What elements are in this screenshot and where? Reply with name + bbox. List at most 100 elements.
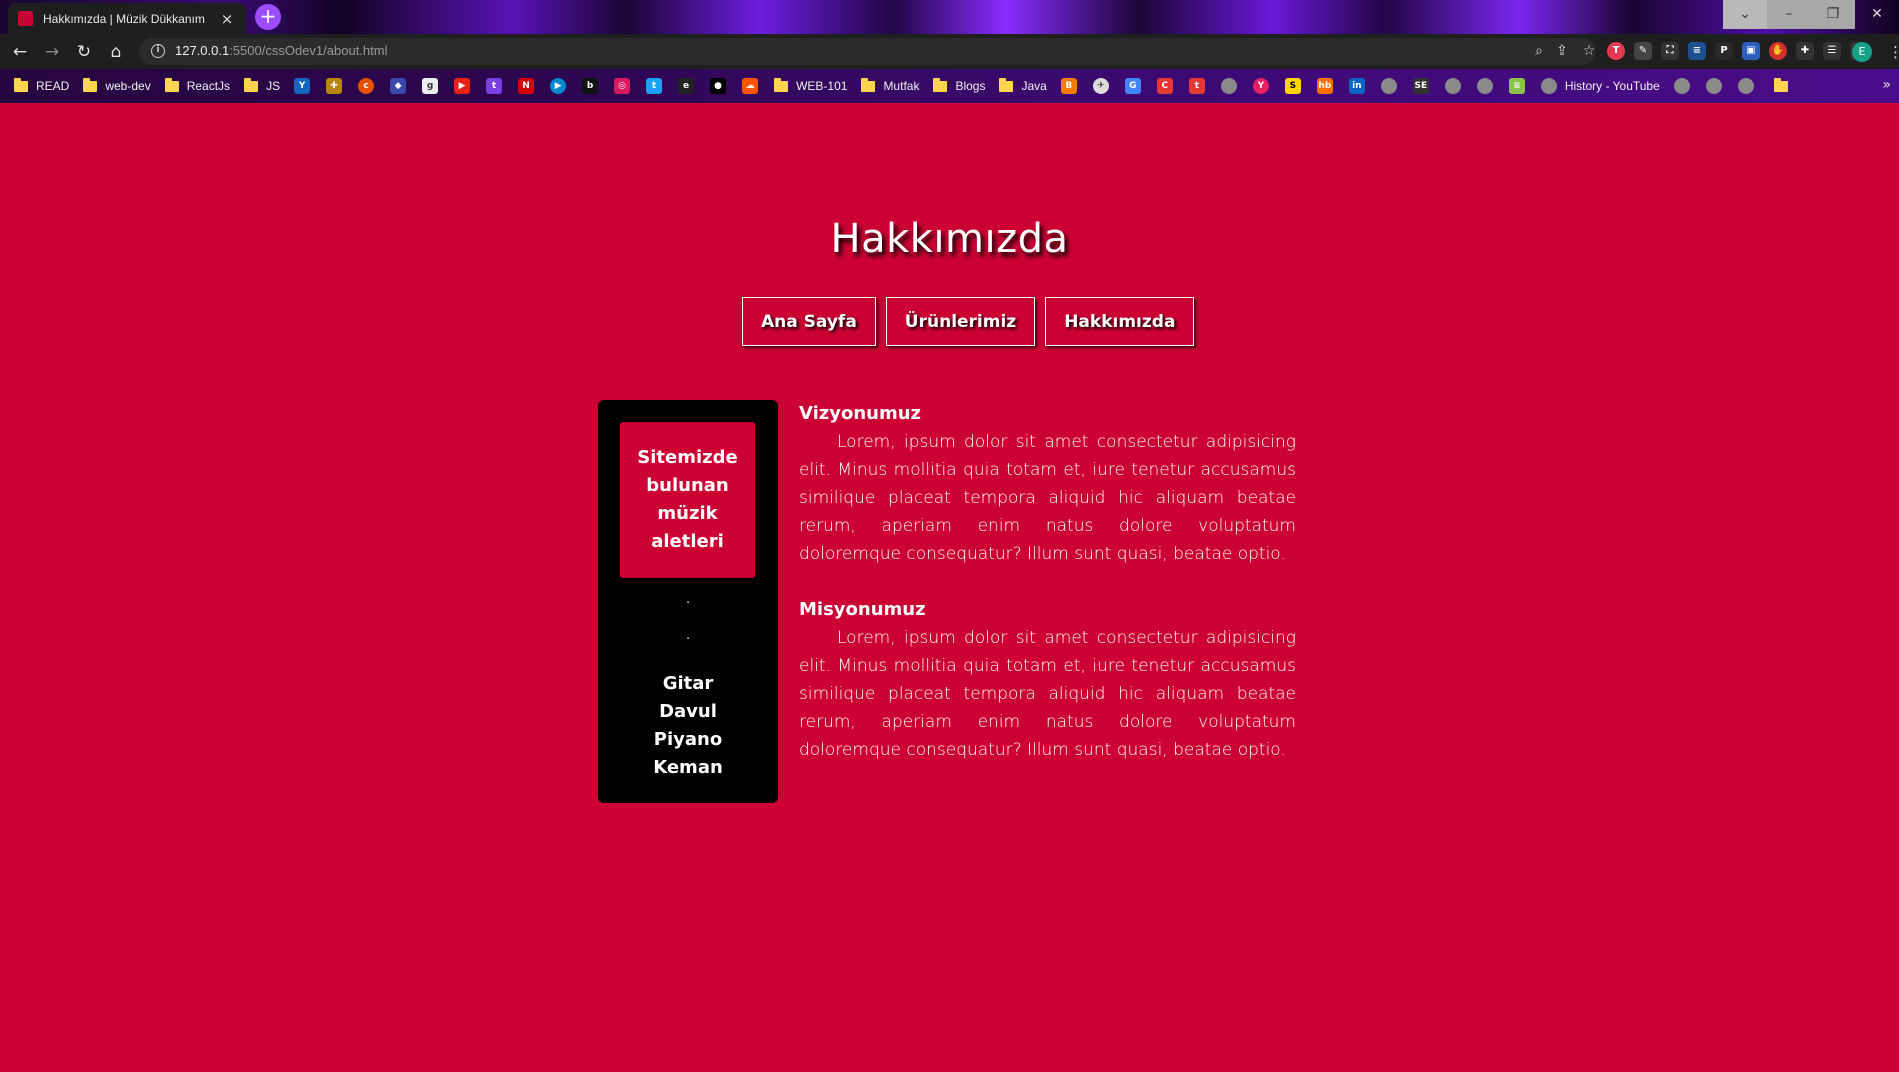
screenshot-icon[interactable]: ⛶ xyxy=(1661,42,1679,60)
main-content: Vizyonumuz Lorem, ipsum dolor sit amet c… xyxy=(799,400,1296,764)
bookmark-folder[interactable]: Mutfak xyxy=(861,77,919,93)
menu-icon[interactable]: ⋮ xyxy=(1888,42,1899,62)
bookmark-icon[interactable]: ✈ xyxy=(1092,78,1109,94)
youtube-icon[interactable]: ▶ xyxy=(454,78,471,94)
globe-icon[interactable] xyxy=(1476,78,1493,94)
globe-icon[interactable] xyxy=(1705,78,1722,94)
medium-icon[interactable]: ● xyxy=(710,78,727,94)
close-window-button[interactable]: ✕ xyxy=(1855,0,1899,29)
bookmark-icon[interactable]: ◆ xyxy=(390,78,407,94)
nav-about-link[interactable]: Hakkımızda xyxy=(1045,297,1195,346)
page-title: Hakkımızda xyxy=(830,216,1069,262)
bookmarks-bar: READ web-dev ReactJs JS Y ✚ c ◆ g ▶ t N … xyxy=(0,69,1899,103)
bookmark-item[interactable]: History - YouTube xyxy=(1540,78,1660,94)
extension-icon[interactable]: T xyxy=(1607,42,1625,60)
globe-icon[interactable] xyxy=(1737,78,1754,94)
globe-icon[interactable] xyxy=(1380,78,1397,94)
main-nav: Ana Sayfa Ürünlerimiz Hakkımızda xyxy=(742,297,1195,346)
bookmarks-overflow-icon[interactable]: » xyxy=(1882,77,1891,93)
browser-chrome: Hakkımızda | Müzik Dükkanım × + ⌄ – ❐ ✕ … xyxy=(0,0,1899,103)
bookmark-icon[interactable]: ≡ xyxy=(1508,78,1525,94)
bookmark-icon[interactable]: ▶ xyxy=(550,78,567,94)
bookmark-icon[interactable]: hb xyxy=(1316,78,1333,94)
zoom-icon[interactable]: ⌕ xyxy=(1530,42,1548,60)
sidebar-heading-line: müzik xyxy=(657,503,718,524)
folder-icon xyxy=(244,77,259,92)
bookmark-folder[interactable]: WEB-101 xyxy=(774,77,847,93)
soundcloud-icon[interactable]: ☁ xyxy=(742,78,759,94)
bookmark-folder[interactable]: web-dev xyxy=(83,77,151,93)
bookmark-icon[interactable]: g xyxy=(422,78,439,94)
bookmark-folder[interactable]: Java xyxy=(999,77,1047,93)
reload-icon[interactable]: ↻ xyxy=(70,38,98,66)
bookmark-icon[interactable]: Y xyxy=(294,78,311,94)
linkedin-icon[interactable]: in xyxy=(1348,78,1365,94)
active-tab[interactable]: Hakkımızda | Müzik Dükkanım × xyxy=(8,3,246,34)
home-icon[interactable]: ⌂ xyxy=(102,38,130,66)
folder-icon xyxy=(999,77,1014,92)
folder-icon xyxy=(933,77,948,92)
url-text[interactable]: 127.0.0.1:5500/cssOdev1/about.html xyxy=(175,43,387,58)
bookmark-icon[interactable]: C xyxy=(1156,78,1173,94)
bookmark-folder[interactable]: Blogs xyxy=(933,77,985,93)
twitter-icon[interactable]: t xyxy=(646,78,663,94)
globe-icon[interactable] xyxy=(1444,78,1461,94)
puzzle-icon[interactable]: ✚ xyxy=(1796,42,1814,60)
twitch-icon[interactable]: t xyxy=(486,78,503,94)
site-info-icon[interactable]: i xyxy=(151,44,165,58)
vision-text: Lorem, ipsum dolor sit amet consectetur … xyxy=(799,432,1296,564)
back-icon[interactable]: ← xyxy=(6,38,34,66)
restore-button[interactable]: ❐ xyxy=(1811,0,1855,29)
extension-icon[interactable]: ≡ xyxy=(1688,42,1706,60)
bookmark-folder[interactable]: ReactJs xyxy=(164,77,230,93)
address-bar[interactable]: i 127.0.0.1:5500/cssOdev1/about.html xyxy=(139,38,1596,65)
nav-products-link[interactable]: Ürünlerimiz xyxy=(885,297,1036,346)
minimize-button[interactable]: – xyxy=(1767,0,1811,29)
tab-strip: Hakkımızda | Müzik Dükkanım × + ⌄ – ❐ ✕ xyxy=(0,0,1899,34)
folder-icon xyxy=(83,77,98,92)
bookmark-folder[interactable]: READ xyxy=(14,77,69,93)
bookmark-icon[interactable]: S xyxy=(1284,78,1301,94)
folder-icon[interactable] xyxy=(1773,77,1788,92)
profile-avatar[interactable]: E xyxy=(1852,42,1872,62)
instrument-item: Gitar xyxy=(662,673,714,694)
bookmark-star-icon[interactable]: ☆ xyxy=(1580,42,1598,60)
globe-icon xyxy=(1540,78,1557,94)
share-icon[interactable]: ⇪ xyxy=(1553,42,1571,60)
new-tab-button[interactable]: + xyxy=(255,4,281,30)
extension-icon[interactable]: ▣ xyxy=(1742,42,1760,60)
folder-icon xyxy=(861,77,876,92)
bookmark-icon[interactable]: ✚ xyxy=(326,78,343,94)
bookmark-icon[interactable]: t xyxy=(1188,78,1205,94)
globe-icon[interactable] xyxy=(1673,78,1690,94)
sidebar: Sitemizde bulunan müzik aletleri . . Git… xyxy=(598,400,778,803)
page: Hakkımızda Ana Sayfa Ürünlerimiz Hakkımı… xyxy=(0,103,1899,1072)
bookmark-icon[interactable]: SE xyxy=(1412,78,1429,94)
tab-close-icon[interactable]: × xyxy=(218,10,236,28)
folder-icon xyxy=(774,77,789,92)
extension-icon[interactable]: P xyxy=(1715,42,1733,60)
bookmark-icon[interactable]: b xyxy=(582,78,599,94)
bookmark-folder[interactable]: JS xyxy=(244,77,280,93)
instagram-icon[interactable]: ◎ xyxy=(614,78,631,94)
sidebar-heading-line: bulunan xyxy=(646,475,729,496)
bookmark-icon[interactable]: Y xyxy=(1252,78,1269,94)
bookmark-icon[interactable]: c xyxy=(358,78,375,94)
window-controls: ⌄ – ❐ ✕ xyxy=(1723,0,1899,29)
blogger-icon[interactable]: B xyxy=(1060,78,1077,94)
vision-title: Vizyonumuz xyxy=(799,403,922,424)
globe-icon[interactable] xyxy=(1220,78,1237,94)
netflix-icon[interactable]: N xyxy=(518,78,535,94)
mission-title: Misyonumuz xyxy=(799,599,926,620)
forward-icon[interactable]: → xyxy=(38,38,66,66)
translate-icon[interactable]: G xyxy=(1124,78,1141,94)
folder-icon xyxy=(14,77,28,92)
browser-toolbar: ← → ↻ ⌂ i 127.0.0.1:5500/cssOdev1/about.… xyxy=(0,34,1899,69)
nav-home-link[interactable]: Ana Sayfa xyxy=(742,297,876,346)
extension-icon[interactable]: ✋ xyxy=(1769,42,1787,60)
tab-search-icon[interactable]: ⌄ xyxy=(1723,0,1767,29)
extension-icon[interactable]: ✎ xyxy=(1634,42,1652,60)
bookmark-icon[interactable]: e xyxy=(678,78,695,94)
reading-list-icon[interactable]: ☰ xyxy=(1823,42,1841,60)
favicon-icon xyxy=(18,11,33,26)
